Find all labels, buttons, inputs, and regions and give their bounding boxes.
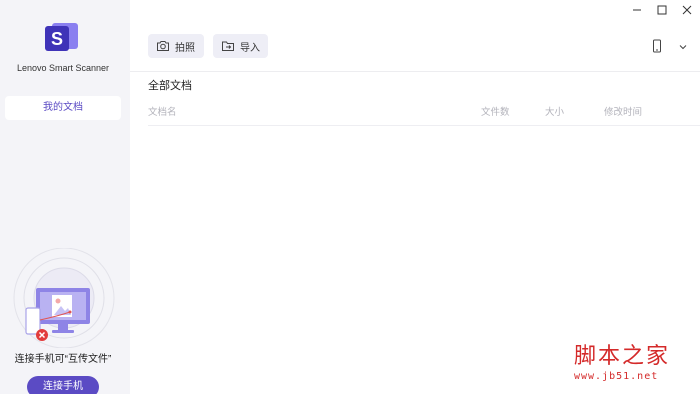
sidebar-item-label: 我的文档 — [43, 102, 83, 113]
phone-device-icon[interactable] — [651, 39, 663, 53]
watermark-url: www.jb51.net — [574, 371, 659, 382]
page-title: 全部文档 — [148, 80, 192, 92]
column-header-file-count[interactable]: 文件数 — [481, 104, 510, 118]
connect-phone-button[interactable]: 连接手机 — [27, 376, 99, 394]
toolbar-divider — [130, 71, 700, 72]
sidebar: S Lenovo Smart Scanner 我的文档 连接手机可“互传文件” … — [0, 0, 130, 394]
app-name: Lenovo Smart Scanner — [16, 63, 110, 73]
watermark: 脚本之家 www.jb51.net — [574, 344, 694, 382]
capture-button[interactable]: 拍照 — [148, 34, 204, 58]
connect-hint: 连接手机可“互传文件” — [14, 354, 112, 365]
camera-icon — [157, 41, 169, 51]
chevron-down-icon[interactable] — [677, 40, 689, 52]
svg-text:S: S — [51, 29, 63, 49]
app-window: S Lenovo Smart Scanner 我的文档 连接手机可“互传文件” … — [0, 0, 700, 394]
maximize-icon[interactable] — [654, 2, 670, 18]
capture-label: 拍照 — [175, 42, 195, 54]
phone-monitor-transfer-illustration — [13, 248, 115, 348]
close-icon[interactable] — [679, 2, 695, 18]
import-button[interactable]: 导入 — [213, 34, 268, 58]
column-header-name[interactable]: 文档名 — [148, 104, 177, 118]
column-header-size[interactable]: 大小 — [545, 104, 564, 118]
import-label: 导入 — [240, 42, 260, 54]
folder-import-icon — [222, 41, 234, 51]
column-header-modified[interactable]: 修改时间 — [604, 104, 642, 118]
sidebar-item-my-documents[interactable]: 我的文档 — [5, 96, 121, 120]
table-header-divider — [148, 125, 700, 126]
app-logo-icon: S — [45, 23, 78, 51]
watermark-text: 脚本之家 — [574, 344, 671, 369]
minimize-icon[interactable] — [629, 2, 645, 18]
